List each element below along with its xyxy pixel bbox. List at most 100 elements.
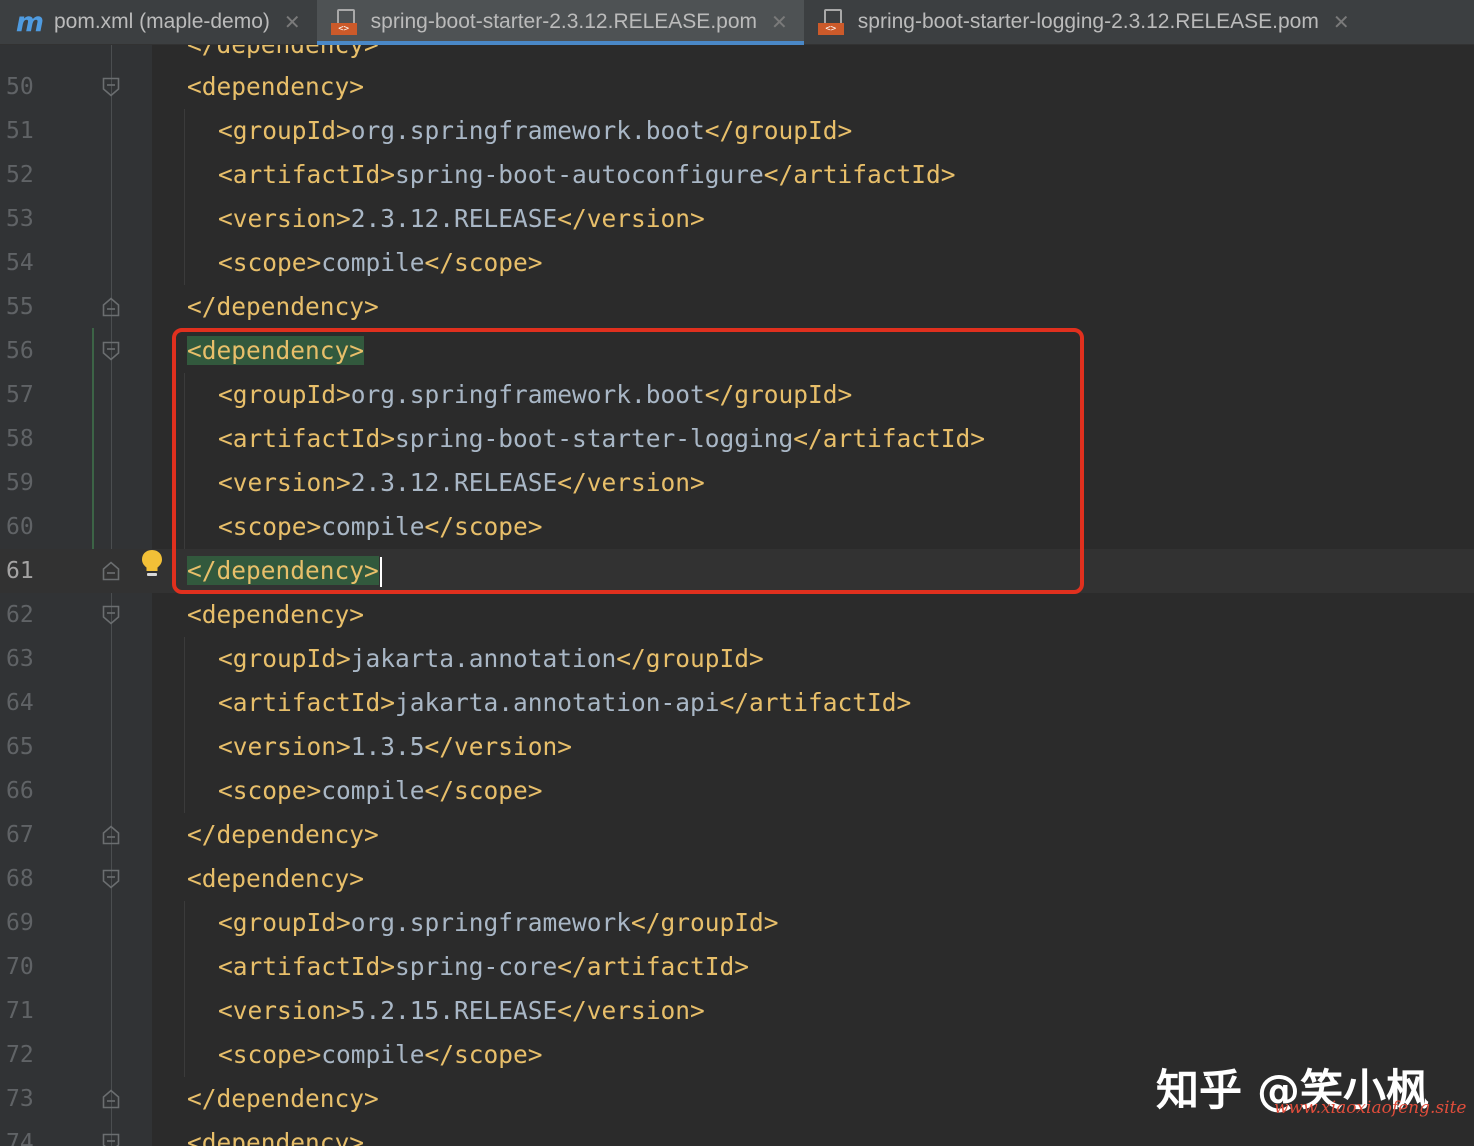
- xml-value: compile: [321, 248, 424, 277]
- xml-tag: <dependency>: [187, 600, 364, 629]
- line-number: 73: [6, 1077, 34, 1121]
- tab-label: pom.xml (maple-demo): [54, 10, 270, 34]
- fold-collapse-icon[interactable]: [102, 869, 120, 889]
- xml-value: jakarta.annotation-api: [395, 688, 720, 717]
- xml-tag: <version>: [218, 732, 351, 761]
- fold-end-icon[interactable]: [102, 297, 120, 317]
- line-number: 62: [6, 593, 34, 637]
- code-line[interactable]: 51<groupId>org.springframework.boot</gro…: [0, 109, 1474, 153]
- xml-tag: <dependency>: [187, 864, 364, 893]
- xml-value: 2.3.12.RELEASE: [351, 204, 558, 233]
- line-number: 65: [6, 725, 34, 769]
- code-editor[interactable]: </dependency> 50 <dependency> 51<groupId>o…: [0, 45, 1474, 1146]
- xml-value: 1.3.5: [351, 732, 425, 761]
- xml-tag: <artifactId>: [218, 160, 395, 189]
- line-number: 55: [6, 285, 34, 329]
- xml-tag: </version>: [557, 204, 705, 233]
- code-line[interactable]: 65 <version>1.3.5</version>: [0, 725, 1474, 769]
- code-line[interactable]: 68 <dependency>: [0, 857, 1474, 901]
- xml-tag: <groupId>: [218, 908, 351, 937]
- line-number: 74: [6, 1121, 34, 1146]
- code-line[interactable]: 67</dependency>: [0, 813, 1474, 857]
- fold-end-icon[interactable]: [102, 1089, 120, 1109]
- tab-spring-boot-starter-logging-pom[interactable]: <> spring-boot-starter-logging-2.3.12.RE…: [804, 0, 1366, 44]
- code-line[interactable]: 71<version>5.2.15.RELEASE</version>: [0, 989, 1474, 1033]
- code-text: </dependency>: [187, 285, 379, 329]
- code-line[interactable]: 62 <dependency>: [0, 593, 1474, 637]
- close-icon[interactable]: ✕: [771, 10, 788, 35]
- xml-value: spring-core: [395, 952, 557, 981]
- close-icon[interactable]: ✕: [1333, 10, 1350, 35]
- code-text: </dependency>: [187, 1077, 379, 1121]
- code-line[interactable]: 74 <dependency>: [0, 1121, 1474, 1146]
- line-number: 70: [6, 945, 34, 989]
- line-number: 66: [6, 769, 34, 813]
- code-line[interactable]: 64 <artifactId>jakarta.annotation-api</ar…: [0, 681, 1474, 725]
- tab-label: spring-boot-starter-logging-2.3.12.RELEA…: [858, 10, 1319, 34]
- xml-value: compile: [321, 1040, 424, 1069]
- code-line[interactable]: 63<groupId>jakarta.annotation</groupId>: [0, 637, 1474, 681]
- indent-guide: [184, 901, 185, 1077]
- editor-tab-bar: m pom.xml (maple-demo) ✕ <> spring-boot-…: [0, 0, 1474, 45]
- fold-collapse-icon[interactable]: [102, 341, 120, 361]
- close-icon[interactable]: ✕: [284, 10, 301, 35]
- line-number: 58: [6, 417, 34, 461]
- pom-file-icon: <>: [331, 7, 361, 37]
- code-text: <version>2.3.12.RELEASE</version>: [218, 197, 705, 241]
- tab-pom-maple-demo[interactable]: m pom.xml (maple-demo) ✕: [0, 0, 317, 44]
- code-line[interactable]: 50 <dependency>: [0, 65, 1474, 109]
- line-number: 61: [6, 549, 34, 593]
- xml-tag: </groupId>: [631, 908, 779, 937]
- code-line[interactable]: 55 </dependency>: [0, 285, 1474, 329]
- line-number: 68: [6, 857, 34, 901]
- code-line[interactable]: 69<groupId>org.springframework</groupId>: [0, 901, 1474, 945]
- code-text: <scope>compile</scope>: [218, 769, 543, 813]
- code-line[interactable]: 53 <version>2.3.12.RELEASE</version>: [0, 197, 1474, 241]
- line-number: 53: [6, 197, 34, 241]
- xml-tag: <dependency>: [187, 72, 364, 101]
- fold-collapse-icon[interactable]: [102, 605, 120, 625]
- xml-tag: </scope>: [425, 776, 543, 805]
- code-line[interactable]: 54 <scope>compile</scope>: [0, 241, 1474, 285]
- xml-tag: </artifactId>: [557, 952, 749, 981]
- code-text: <scope>compile</scope>: [218, 1033, 543, 1077]
- annotation-highlight-box: [172, 328, 1084, 594]
- xml-value: spring-boot-autoconfigure: [395, 160, 764, 189]
- code-text: <dependency>: [187, 1121, 364, 1146]
- xml-tag: </version>: [557, 996, 705, 1025]
- xml-tag: </scope>: [425, 1040, 543, 1069]
- line-number: 50: [6, 65, 34, 109]
- code-text: <groupId>org.springframework</groupId>: [218, 901, 779, 945]
- code-line[interactable]: 52<artifactId>spring-boot-autoconfigure<…: [0, 153, 1474, 197]
- code-line[interactable]: 70 <artifactId>spring-core</artifactId>: [0, 945, 1474, 989]
- tab-spring-boot-starter-pom[interactable]: <> spring-boot-starter-2.3.12.RELEASE.po…: [317, 0, 804, 44]
- xml-tag: <version>: [218, 204, 351, 233]
- xml-tag: </version>: [425, 732, 573, 761]
- line-number: 63: [6, 637, 34, 681]
- code-text: <artifactId>jakarta.annotation-api</arti…: [218, 681, 911, 725]
- line-number: 64: [6, 681, 34, 725]
- xml-value: 5.2.15.RELEASE: [351, 996, 558, 1025]
- lightbulb-icon[interactable]: [140, 548, 164, 580]
- code-text: </dependency>: [187, 813, 379, 857]
- fold-end-icon[interactable]: [102, 561, 120, 581]
- fold-collapse-icon[interactable]: [102, 1133, 120, 1146]
- fold-end-icon[interactable]: [102, 825, 120, 845]
- xml-value: org.springframework: [351, 908, 631, 937]
- xml-tag: </groupId>: [705, 116, 853, 145]
- code-text: <artifactId>spring-core</artifactId>: [218, 945, 749, 989]
- watermark-site: www.xiaoxiaofeng.site: [1274, 1098, 1466, 1118]
- code-text: <scope>compile</scope>: [218, 241, 543, 285]
- xml-tag: </artifactId>: [720, 688, 912, 717]
- code-line-partial: </dependency>: [0, 45, 1474, 67]
- xml-tag: <dependency>: [187, 1128, 364, 1146]
- code-line[interactable]: 66 <scope>compile</scope>: [0, 769, 1474, 813]
- code-text: <groupId>org.springframework.boot</group…: [218, 109, 852, 153]
- line-number: 54: [6, 241, 34, 285]
- xml-tag: <scope>: [218, 776, 321, 805]
- indent-guide: [184, 637, 185, 813]
- xml-tag: <artifactId>: [218, 688, 395, 717]
- xml-tag: <groupId>: [218, 116, 351, 145]
- tab-label: spring-boot-starter-2.3.12.RELEASE.pom: [371, 10, 757, 34]
- fold-collapse-icon[interactable]: [102, 77, 120, 97]
